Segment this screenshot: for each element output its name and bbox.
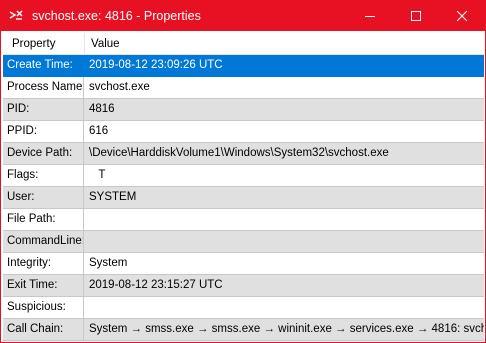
table-row[interactable]: PPID: 616 [3,121,484,143]
close-icon [457,11,467,21]
property-value-cell: 2019-08-12 23:15:27 UTC [89,279,223,291]
property-name-cell: Flags: [3,165,84,186]
column-divider[interactable] [84,33,85,55]
column-header-value[interactable]: Value [91,33,120,55]
property-name-cell: Process Name: [3,77,84,98]
property-value-cell: T [89,169,106,181]
property-name-cell: Suspicious: [3,297,84,318]
property-name-cell: File Path: [3,209,84,230]
table-row[interactable]: Exit Time: 2019-08-12 23:15:27 UTC [3,275,484,297]
property-name-cell: CommandLine: [3,231,84,252]
table-row[interactable]: Flags: T [3,165,484,187]
property-value-cell: System → smss.exe → smss.exe → wininit.e… [89,323,484,335]
property-value-cell [84,231,484,252]
property-name-cell: PID: [3,99,84,120]
table-row[interactable]: Suspicious: [3,297,484,319]
property-value-cell: svchost.exe [89,81,150,93]
property-value-cell: System [89,257,128,269]
table-row[interactable]: CommandLine: [3,231,484,253]
column-header-property[interactable]: Property [12,33,55,55]
table-row[interactable]: PID: 4816 [3,99,484,121]
table-row[interactable]: Device Path: \Device\HarddiskVolume1\Wind… [3,143,484,165]
row-divider [3,340,484,341]
property-value-cell: 616 [89,125,109,137]
property-name-cell: Device Path: [3,143,84,164]
property-name-cell: Call Chain: [3,319,84,340]
property-value-cell: \Device\HarddiskVolume1\Windows\System32… [89,147,389,159]
property-name-cell: User: [3,187,84,208]
minimize-icon [365,16,375,17]
property-value-cell [84,297,484,318]
table-row[interactable]: Process Name: svchost.exe [3,77,484,99]
table-row[interactable]: File Path: [3,209,484,231]
maximize-button[interactable] [393,1,439,31]
property-name-cell: Integrity: [3,253,84,274]
maximize-icon [411,11,421,21]
process-hacker-icon [9,10,23,20]
title-bar[interactable]: svchost.exe: 4816 - Properties [1,1,485,31]
property-name-cell: Exit Time: [3,275,84,296]
window-title: svchost.exe: 4816 - Properties [32,9,201,23]
property-value-cell: 4816 [89,103,115,115]
property-value-cell: SYSTEM [89,191,137,203]
minimize-button[interactable] [347,1,393,31]
table-row[interactable]: User: SYSTEM [3,187,484,209]
table-row[interactable]: Call Chain: System → smss.exe → smss.exe … [3,319,484,341]
properties-grid[interactable]: Property Value Create Time: 2019-08-12 23… [3,33,484,342]
table-row[interactable]: Create Time: 2019-08-12 23:09:26 UTC [3,55,484,77]
property-name-cell: Create Time: [3,55,84,76]
property-name-cell: PPID: [3,121,84,142]
property-value-cell [84,209,484,230]
property-value-cell: 2019-08-12 23:09:26 UTC [89,59,223,71]
table-row[interactable]: Integrity: System [3,253,484,275]
grid-header: Property Value [3,33,484,55]
properties-window: svchost.exe: 4816 - Properties Property … [0,0,486,343]
close-button[interactable] [439,1,485,31]
